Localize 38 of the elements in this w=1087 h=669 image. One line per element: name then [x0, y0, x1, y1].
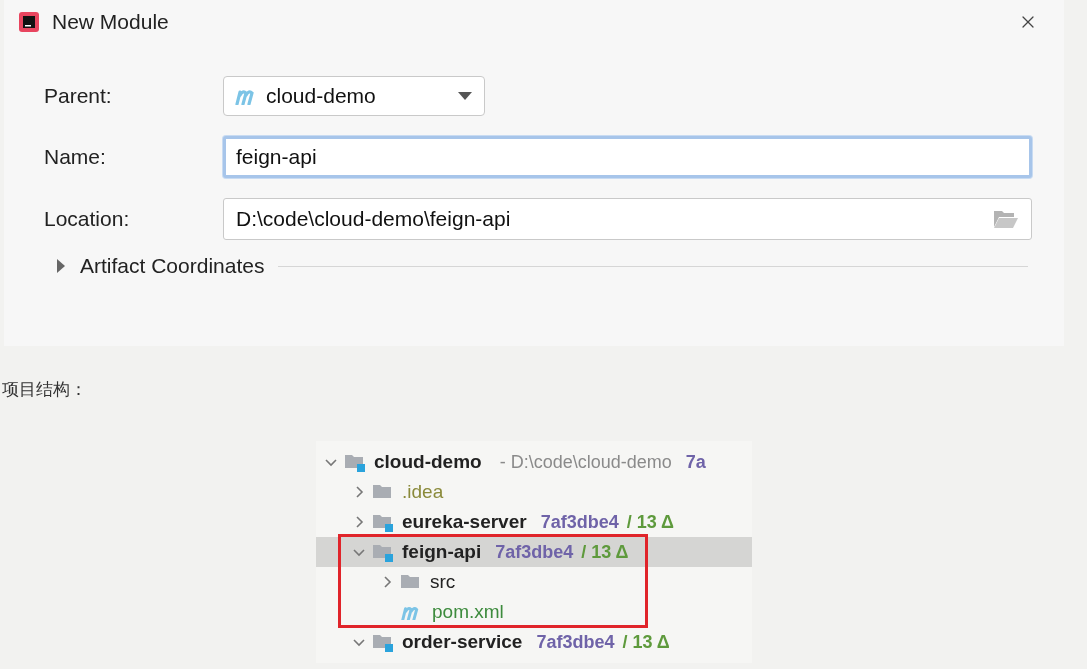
caption-text: 项目结构： [1, 378, 88, 401]
field-label: Name: [44, 145, 107, 169]
tree-row[interactable]: src [316, 567, 752, 597]
commit-hash: 7af3dbe4 [495, 541, 574, 563]
field-label: Location: [44, 207, 131, 231]
tree-row[interactable]: eureka-server 7af3dbe4 / 13 Δ [316, 507, 752, 537]
section-toggle[interactable]: Artifact Coordinates [56, 254, 265, 278]
parent-dropdown[interactable]: cloud-demo [223, 76, 485, 116]
change-count: / 13 Δ [622, 631, 670, 653]
node-name: cloud-demo [374, 451, 482, 473]
tree-row[interactable]: order-service 7af3dbe4 / 13 Δ [316, 627, 752, 657]
module-folder-icon [372, 542, 394, 562]
change-count: / 13 Δ [626, 511, 674, 533]
module-folder-icon [372, 512, 394, 532]
commit-hash: 7a [685, 451, 706, 473]
triangle-right-icon [56, 259, 66, 273]
node-name: order-service [402, 631, 523, 653]
tree-row[interactable]: cloud-demo - D:\code\cloud-demo 7a [316, 447, 752, 477]
commit-hash: 7af3dbe4 [536, 631, 615, 653]
node-name: eureka-server [402, 511, 527, 533]
caret-icon [458, 92, 472, 100]
window-title: New Module [52, 10, 170, 34]
app-logo-icon [18, 11, 40, 33]
commit-hash: 7af3dbe4 [540, 511, 619, 533]
node-name: .idea [402, 481, 444, 503]
field-label: Parent: [44, 84, 113, 108]
tree-row[interactable]: pom.xml [316, 597, 752, 627]
module-folder-icon [372, 632, 394, 652]
node-name: src [430, 571, 456, 593]
name-field[interactable]: feign-api [223, 136, 1032, 178]
tree-row[interactable]: feign-api 7af3dbe4 / 13 Δ [316, 537, 752, 567]
location-field[interactable]: D:\code\cloud-demo\feign-api [223, 198, 1032, 240]
node-path: - D:\code\cloud-demo [499, 451, 672, 473]
folder-browse-icon[interactable] [993, 209, 1019, 229]
node-name: feign-api [402, 541, 482, 563]
node-name: pom.xml [432, 601, 504, 623]
module-folder-icon [344, 452, 366, 472]
change-count: / 13 Δ [581, 541, 629, 563]
